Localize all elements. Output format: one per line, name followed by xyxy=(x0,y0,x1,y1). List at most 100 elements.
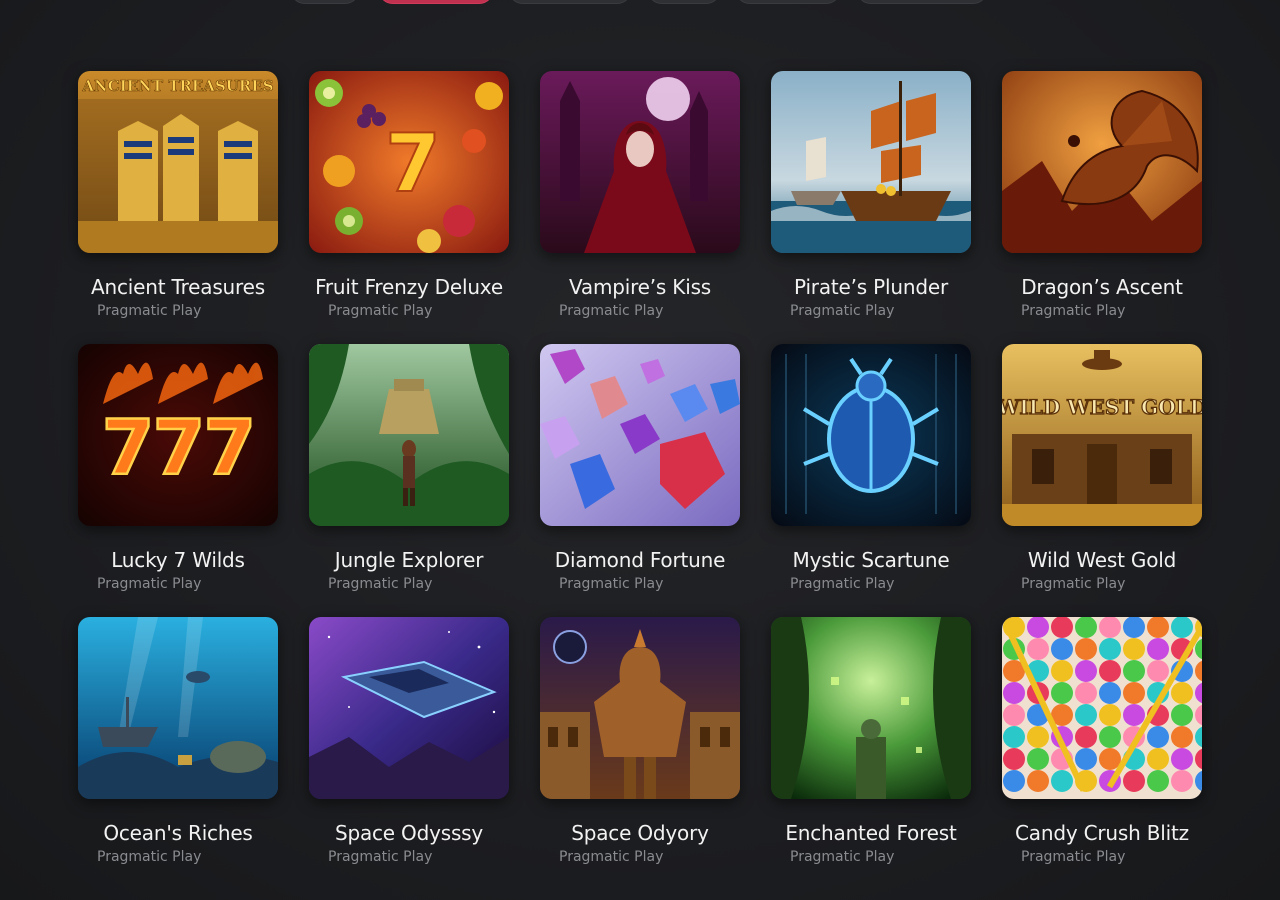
candy-decoration xyxy=(1147,726,1169,748)
filter-chip-6[interactable] xyxy=(856,0,988,4)
candy-decoration xyxy=(1075,617,1097,638)
candy-decoration xyxy=(1003,770,1025,792)
art-text: 7 xyxy=(385,117,441,210)
game-title[interactable]: Space Odysssy xyxy=(309,821,509,845)
game-title[interactable]: Wild West Gold xyxy=(1002,548,1202,572)
filter-chip-1[interactable] xyxy=(290,0,360,4)
candy-decoration xyxy=(1123,638,1145,660)
game-card-pirates-plunder[interactable]: Pirate’s Plunder Pragmatic Play xyxy=(771,71,971,344)
art-text: WILD WEST GOLD xyxy=(1002,395,1202,419)
candy-decoration xyxy=(1051,770,1073,792)
game-thumbnail[interactable]: 777 xyxy=(78,344,278,526)
candy-decoration xyxy=(1099,682,1121,704)
candy-decoration xyxy=(1003,704,1025,726)
game-card-jungle-explorer[interactable]: Jungle Explorer Pragmatic Play xyxy=(309,344,509,617)
filter-chip-5[interactable] xyxy=(735,0,841,4)
game-provider: Pragmatic Play xyxy=(328,576,433,592)
game-card-wild-west-gold[interactable]: WILD WEST GOLD Wild West Gold Pragmatic … xyxy=(1002,344,1202,617)
art-text: 777 xyxy=(102,403,255,492)
game-card-lucky-7-wilds[interactable]: 777 Lucky 7 Wilds Pragmatic Play xyxy=(78,344,278,617)
game-thumbnail[interactable] xyxy=(78,617,278,799)
game-provider: Pragmatic Play xyxy=(559,849,664,865)
candy-decoration xyxy=(1003,726,1025,748)
candy-decoration xyxy=(1147,617,1169,638)
candy-decoration xyxy=(1075,726,1097,748)
game-title[interactable]: Lucky 7 Wilds xyxy=(78,548,278,572)
game-title[interactable]: Jungle Explorer xyxy=(309,548,509,572)
game-card-diamond-fortune[interactable]: Diamond Fortune Pragmatic Play xyxy=(540,344,740,617)
candy-decoration xyxy=(1075,704,1097,726)
game-grid: ANCIENT TREASURES Ancient Treasures Prag… xyxy=(78,71,1204,890)
game-title[interactable]: Mystic Scartune xyxy=(771,548,971,572)
candy-decoration xyxy=(1147,748,1169,770)
game-title[interactable]: Space Odyory xyxy=(540,821,740,845)
candy-decoration xyxy=(1171,704,1193,726)
filter-chip-4[interactable] xyxy=(647,0,721,4)
game-thumbnail[interactable] xyxy=(1002,617,1202,799)
game-card-ancient-treasures[interactable]: ANCIENT TREASURES Ancient Treasures Prag… xyxy=(78,71,278,344)
game-provider: Pragmatic Play xyxy=(559,576,664,592)
game-card-candy-crush-blitz[interactable]: Candy Crush Blitz Pragmatic Play xyxy=(1002,617,1202,890)
game-thumbnail[interactable] xyxy=(771,71,971,253)
candy-decoration xyxy=(1075,748,1097,770)
game-card-fruit-frenzy-deluxe[interactable]: 7 Fruit Frenzy Deluxe Pragmatic Play xyxy=(309,71,509,344)
game-card-vampires-kiss[interactable]: Vampire’s Kiss Pragmatic Play xyxy=(540,71,740,344)
game-thumbnail[interactable] xyxy=(540,344,740,526)
candy-decoration xyxy=(1147,770,1169,792)
game-title[interactable]: Ancient Treasures xyxy=(78,275,278,299)
game-provider: Pragmatic Play xyxy=(97,849,202,865)
candy-decoration xyxy=(1123,682,1145,704)
game-lobby: ANCIENT TREASURES Ancient Treasures Prag… xyxy=(0,0,1280,900)
art-text: ANCIENT TREASURES xyxy=(81,77,273,95)
game-provider: Pragmatic Play xyxy=(97,576,202,592)
game-title[interactable]: Candy Crush Blitz xyxy=(1002,821,1202,845)
game-thumbnail[interactable]: WILD WEST GOLD xyxy=(1002,344,1202,526)
game-thumbnail[interactable]: 7 xyxy=(309,71,509,253)
candy-decoration xyxy=(1075,660,1097,682)
candy-decoration xyxy=(1171,682,1193,704)
game-title[interactable]: Pirate’s Plunder xyxy=(771,275,971,299)
game-card-space-odyory[interactable]: Space Odyory Pragmatic Play xyxy=(540,617,740,890)
game-title[interactable]: Fruit Frenzy Deluxe xyxy=(309,275,509,299)
game-card-enchanted-forest[interactable]: Enchanted Forest Pragmatic Play xyxy=(771,617,971,890)
candy-decoration xyxy=(1003,748,1025,770)
game-card-oceans-riches[interactable]: Ocean's Riches Pragmatic Play xyxy=(78,617,278,890)
candy-decoration xyxy=(1027,726,1049,748)
game-card-space-odysssy[interactable]: Space Odysssy Pragmatic Play xyxy=(309,617,509,890)
game-thumbnail[interactable]: ANCIENT TREASURES xyxy=(78,71,278,253)
game-thumbnail[interactable] xyxy=(309,344,509,526)
candy-decoration xyxy=(1027,638,1049,660)
game-card-dragons-ascent[interactable]: Dragon’s Ascent Pragmatic Play xyxy=(1002,71,1202,344)
game-title[interactable]: Diamond Fortune xyxy=(540,548,740,572)
candy-decoration xyxy=(1099,726,1121,748)
game-provider: Pragmatic Play xyxy=(790,849,895,865)
game-thumbnail[interactable] xyxy=(540,71,740,253)
filter-chip-3[interactable] xyxy=(508,0,632,4)
game-card-mystic-scartune[interactable]: Mystic Scartune Pragmatic Play xyxy=(771,344,971,617)
game-thumbnail[interactable] xyxy=(771,617,971,799)
game-provider: Pragmatic Play xyxy=(790,576,895,592)
filter-chip-2-active[interactable] xyxy=(378,0,494,4)
candy-decoration xyxy=(1123,704,1145,726)
game-thumbnail[interactable] xyxy=(309,617,509,799)
filter-bar xyxy=(0,0,1280,6)
candy-decoration xyxy=(1027,748,1049,770)
candy-decoration xyxy=(1171,617,1193,638)
candy-decoration xyxy=(1123,770,1145,792)
candy-decoration xyxy=(1075,682,1097,704)
candy-decoration xyxy=(1171,748,1193,770)
game-title[interactable]: Vampire’s Kiss xyxy=(540,275,740,299)
game-thumbnail[interactable] xyxy=(771,344,971,526)
candy-decoration xyxy=(1147,638,1169,660)
candy-decoration xyxy=(1171,726,1193,748)
game-title[interactable]: Ocean's Riches xyxy=(78,821,278,845)
game-thumbnail[interactable] xyxy=(540,617,740,799)
game-title[interactable]: Enchanted Forest xyxy=(771,821,971,845)
candy-decoration xyxy=(1051,638,1073,660)
candy-decoration xyxy=(1123,617,1145,638)
game-provider: Pragmatic Play xyxy=(328,303,433,319)
game-title[interactable]: Dragon’s Ascent xyxy=(1002,275,1202,299)
candy-decoration xyxy=(1051,617,1073,638)
candy-decoration xyxy=(1027,617,1049,638)
game-thumbnail[interactable] xyxy=(1002,71,1202,253)
